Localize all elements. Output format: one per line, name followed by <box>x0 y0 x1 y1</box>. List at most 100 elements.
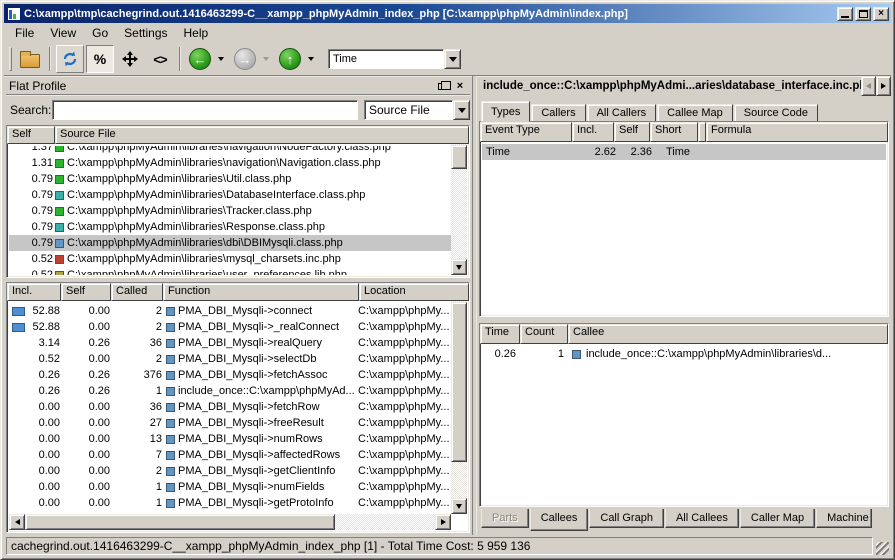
column-header-event-type[interactable]: Event Type <box>480 122 572 142</box>
function-horizontal-scrollbar[interactable] <box>9 514 451 530</box>
tab-scroll-right-button[interactable] <box>876 76 891 96</box>
menu-item[interactable]: File <box>8 24 41 42</box>
minimize-button[interactable] <box>837 7 853 21</box>
title-bar[interactable]: C:\xampp\tmp\cachegrind.out.1416463299-C… <box>4 4 891 23</box>
function-vertical-scrollbar[interactable] <box>451 285 467 514</box>
column-header-incl[interactable]: Incl. <box>7 283 61 301</box>
up-dropdown-arrow-icon[interactable] <box>308 57 314 64</box>
grouping-dropdown-button[interactable] <box>453 100 470 120</box>
scroll-right-button[interactable] <box>435 514 451 530</box>
function-row[interactable]: 0.00 0.00 7 PMA_DBI_Mysqli->affectedRows… <box>9 447 451 463</box>
column-header-self[interactable]: Self <box>61 283 111 301</box>
source-file-row[interactable]: 0.79 C:\xampp\phpMyAdmin\libraries\Util.… <box>9 171 451 187</box>
function-row[interactable]: 3.14 0.26 36 PMA_DBI_Mysqli->realQuery C… <box>9 335 451 351</box>
source-file-row[interactable]: 1.31 C:\xampp\phpMyAdmin\libraries\navig… <box>9 155 451 171</box>
dock-title-bar[interactable]: Flat Profile × <box>6 78 470 95</box>
menu-item[interactable]: Go <box>85 24 115 42</box>
function-row[interactable]: 0.00 0.00 2 PMA_DBI_Mysqli->getClientInf… <box>9 463 451 479</box>
file-path: C:\xampp\phpMyAdmin\libraries\navigation… <box>67 157 381 169</box>
menu-item[interactable]: Help <box>177 24 216 42</box>
detail-tab[interactable]: Parts <box>481 509 529 528</box>
event-type-dropdown-button[interactable] <box>444 49 461 69</box>
resize-grip-icon[interactable] <box>876 542 889 555</box>
function-row[interactable]: 0.52 0.00 2 PMA_DBI_Mysqli->selectDb C:\… <box>9 351 451 367</box>
source-file-row[interactable]: 1.37 C:\xampp\phpMyAdmin\libraries\navig… <box>9 146 451 155</box>
function-row[interactable]: 0.26 0.26 1 include_once::C:\xampp\phpMy… <box>9 383 451 399</box>
self-cost: 0.00 <box>60 449 110 461</box>
maximize-button[interactable] <box>855 7 871 21</box>
column-header-self[interactable]: Self <box>614 122 650 142</box>
back-dropdown-arrow-icon[interactable] <box>218 57 224 64</box>
detail-tab[interactable]: Caller Map <box>740 509 815 528</box>
function-group-color-icon <box>166 467 175 476</box>
column-header-formula[interactable]: Formula <box>706 122 888 142</box>
back-button[interactable]: ← <box>186 45 214 73</box>
function-row[interactable]: 0.00 0.00 36 PMA_DBI_Mysqli->fetchRow C:… <box>9 399 451 415</box>
source-file-row[interactable]: 0.52 C:\xampp\phpMyAdmin\libraries\user_… <box>9 267 451 275</box>
column-header-count[interactable]: Count <box>520 324 568 344</box>
function-row[interactable]: 0.00 0.00 1 PMA_DBI_Mysqli->getProtoInfo… <box>9 495 451 511</box>
column-header-incl[interactable]: Incl. <box>572 122 614 142</box>
source-file-row[interactable]: 0.79 C:\xampp\phpMyAdmin\libraries\Datab… <box>9 187 451 203</box>
dock-close-button[interactable]: × <box>452 79 468 93</box>
reload-button[interactable] <box>56 45 84 73</box>
relative-percent-button[interactable]: % <box>86 45 114 73</box>
column-header-short[interactable]: Short <box>650 122 698 142</box>
toolbar-drag-handle[interactable] <box>9 47 12 71</box>
function-row[interactable]: 0.00 0.00 27 PMA_DBI_Mysqli->freeResult … <box>9 415 451 431</box>
source-vertical-scrollbar[interactable] <box>451 128 467 275</box>
function-row[interactable]: 0.00 0.00 13 PMA_DBI_Mysqli->numRows C:\… <box>9 431 451 447</box>
event-type-row[interactable]: Time 2.62 2.36 Time <box>482 144 886 160</box>
menu-item[interactable]: Settings <box>117 24 174 42</box>
scroll-down-button[interactable] <box>451 259 467 275</box>
open-file-button[interactable] <box>16 45 44 73</box>
detail-tab[interactable]: Types <box>481 101 530 122</box>
function-name: PMA_DBI_Mysqli->fetchRow <box>178 401 320 413</box>
source-file-row[interactable]: 0.79 C:\xampp\phpMyAdmin\libraries\Track… <box>9 203 451 219</box>
source-file-row[interactable]: 0.52 C:\xampp\phpMyAdmin\libraries\mysql… <box>9 251 451 267</box>
scrollbar-thumb[interactable] <box>451 145 467 169</box>
file-group-color-icon <box>55 191 64 200</box>
detail-tab[interactable]: Source Code <box>734 104 818 122</box>
column-header-location[interactable]: Location <box>359 283 469 301</box>
dock-layout-button[interactable] <box>116 45 144 73</box>
event-type-combobox[interactable]: Time <box>328 49 461 69</box>
detail-tab[interactable]: Call Graph <box>589 509 664 528</box>
function-row[interactable]: 52.88 0.00 2 PMA_DBI_Mysqli->connect C:\… <box>9 303 451 319</box>
up-button[interactable]: ↑ <box>276 45 304 73</box>
scroll-left-button[interactable] <box>9 514 25 530</box>
app-icon[interactable] <box>7 7 21 21</box>
detail-tab[interactable]: Callees <box>530 509 589 531</box>
function-row[interactable]: 0.26 0.26 376 PMA_DBI_Mysqli->fetchAssoc… <box>9 367 451 383</box>
self-cost: 0.00 <box>60 497 110 509</box>
chevron-down-icon <box>449 57 457 66</box>
column-header-time[interactable]: Time <box>480 324 520 344</box>
detail-tab[interactable]: Callers <box>531 104 585 122</box>
column-header-function[interactable]: Function <box>163 283 359 301</box>
detail-tab[interactable]: All Callees <box>665 509 739 528</box>
cycle-grouping-button[interactable]: <> <box>146 45 174 73</box>
flat-profile-dock: Flat Profile × Search: Source File Self … <box>4 76 472 535</box>
column-header-self[interactable]: Self <box>7 126 55 144</box>
search-input[interactable] <box>52 100 358 120</box>
detail-tab[interactable]: Callee Map <box>657 104 733 122</box>
scrollbar-thumb[interactable] <box>25 514 335 530</box>
callees-table-header: Time Count Callee <box>480 324 888 344</box>
function-row[interactable]: 52.88 0.00 2 PMA_DBI_Mysqli->_realConnec… <box>9 319 451 335</box>
column-header-source-file[interactable]: Source File <box>55 126 469 144</box>
source-file-row[interactable]: 0.79 C:\xampp\phpMyAdmin\libraries\Respo… <box>9 219 451 235</box>
source-file-row[interactable]: 0.79 C:\xampp\phpMyAdmin\libraries\dbi\D… <box>9 235 451 251</box>
menu-bar: FileViewGoSettingsHelp <box>4 23 891 43</box>
close-button[interactable]: × <box>873 7 889 21</box>
menu-item[interactable]: View <box>43 24 83 42</box>
callee-row[interactable]: 0.26 1 include_once::C:\xampp\phpMyAdmin… <box>482 346 886 362</box>
detail-tab[interactable]: All Callers <box>587 104 657 122</box>
scroll-down-button[interactable] <box>451 498 467 514</box>
dock-float-button[interactable] <box>434 79 450 93</box>
function-row[interactable]: 0.00 0.00 1 PMA_DBI_Mysqli->numFields C:… <box>9 479 451 495</box>
grouping-combobox[interactable]: Source File <box>364 100 470 120</box>
column-header-called[interactable]: Called <box>111 283 163 301</box>
column-header-callee[interactable]: Callee <box>568 324 888 344</box>
down-arrow-icon <box>456 504 462 512</box>
scrollbar-thumb[interactable] <box>451 302 467 462</box>
